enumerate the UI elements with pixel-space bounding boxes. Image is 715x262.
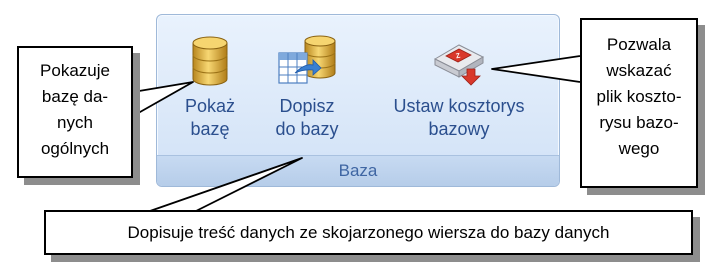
callout-append-to-base: Dopisuje treść danych ze skojarzonego wi… [44,210,693,255]
append-to-base-button[interactable]: Dopisz do bazy [257,33,357,141]
show-base-button[interactable]: Pokaż bazę [175,33,245,141]
set-base-estimate-label: Ustaw kosztorys bazowy [393,96,525,139]
database-icon [192,36,228,86]
set-base-estimate-icon: Z [433,44,485,86]
set-base-estimate-button[interactable]: Z Ustaw kosztorys bazowy [369,33,549,141]
ribbon-group-baza: Pokaż bazę Dopisz do bazy Z Ustaw koszto… [156,14,560,187]
callout-show-base: Pokazuje bazę da- nych ogólnych [17,46,133,178]
append-to-base-label: Dopisz do bazy [275,96,339,139]
append-to-database-icon [278,35,336,84]
ribbon-group-label: Baza [157,155,559,186]
callout-set-base-estimate: Pozwala wskazać plik koszto- rysu bazo- … [580,18,698,188]
show-base-label: Pokaż bazę [184,96,236,139]
